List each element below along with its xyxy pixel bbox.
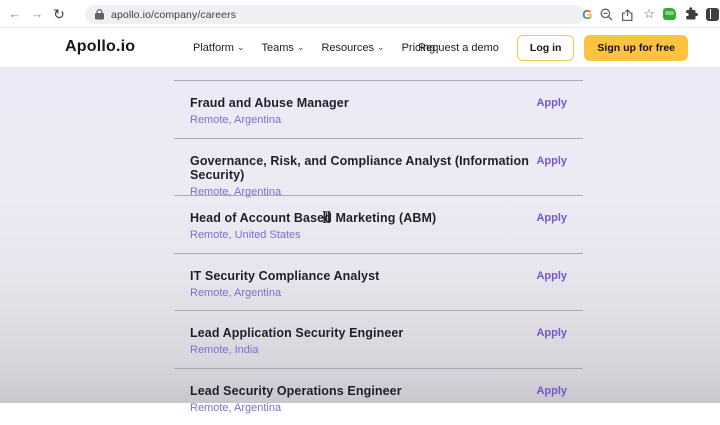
job-row: Lead Application Security Engineer Remot… (174, 310, 583, 368)
header-actions: Request a demo Log in Sign up for free (418, 28, 688, 68)
careers-page-body: Fraud and Abuse Manager Remote, Argentin… (0, 68, 720, 403)
chevron-down-icon: ⌄ (297, 43, 305, 52)
apply-link[interactable]: Apply (536, 155, 567, 167)
bookmark-star-icon[interactable]: ☆ (643, 6, 655, 22)
share-icon[interactable] (621, 8, 635, 21)
job-location: Remote, Argentina (190, 287, 567, 299)
job-row: IT Security Compliance Analyst Remote, A… (174, 253, 583, 311)
apply-link[interactable]: Apply (536, 327, 567, 339)
browser-toolbar: ← → ↻ apollo.io/company/careers G ☆ (0, 0, 720, 28)
login-button[interactable]: Log in (517, 35, 575, 61)
reload-icon[interactable]: ↻ (48, 0, 70, 28)
apply-link[interactable]: Apply (536, 385, 567, 397)
chevron-down-icon: ⌄ (237, 43, 245, 52)
apply-link[interactable]: Apply (536, 270, 567, 282)
site-header: Apollo.io Platform ⌄ Teams ⌄ Resources ⌄… (0, 28, 720, 68)
menu-item-label: Resources (321, 42, 374, 54)
chevron-down-icon: ⌄ (377, 43, 385, 52)
menu-item-resources[interactable]: Resources ⌄ (321, 42, 384, 54)
extensions-puzzle-icon[interactable] (684, 7, 698, 21)
job-location: Remote, Argentina (190, 114, 567, 126)
job-location: Remote, India (190, 344, 567, 356)
zoom-out-icon[interactable] (600, 8, 613, 21)
lock-icon (95, 9, 104, 20)
menu-item-label: Platform (193, 42, 234, 54)
apply-link[interactable]: Apply (536, 97, 567, 109)
url-text: apollo.io/company/careers (111, 9, 236, 21)
job-title: Lead Security Operations Engineer (190, 384, 567, 398)
job-title: Head of Account Based Marketing (ABM) (190, 211, 567, 225)
job-row: Fraud and Abuse Manager Remote, Argentin… (174, 80, 583, 138)
apollo-logo[interactable]: Apollo.io (65, 38, 135, 56)
job-row: Lead Security Operations Engineer Remote… (174, 368, 583, 425)
menu-item-platform[interactable]: Platform ⌄ (193, 42, 245, 54)
extension-green-icon[interactable] (663, 8, 676, 20)
signup-button[interactable]: Sign up for free (584, 35, 688, 61)
job-title: IT Security Compliance Analyst (190, 269, 567, 283)
job-row: Head of Account Based Marketing (ABM) Re… (174, 195, 583, 253)
job-title: Governance, Risk, and Compliance Analyst… (190, 154, 567, 182)
apply-link[interactable]: Apply (536, 212, 567, 224)
menu-item-label: Teams (262, 42, 294, 54)
back-icon[interactable]: ← (4, 0, 26, 28)
job-title: Lead Application Security Engineer (190, 326, 567, 340)
google-icon[interactable]: G (582, 7, 592, 22)
job-title: Fraud and Abuse Manager (190, 96, 567, 110)
request-demo-link[interactable]: Request a demo (418, 42, 499, 54)
menu-item-teams[interactable]: Teams ⌄ (262, 42, 305, 54)
job-location: Remote, Argentina (190, 402, 567, 414)
job-list: Fraud and Abuse Manager Remote, Argentin… (174, 80, 583, 425)
job-row: Governance, Risk, and Compliance Analyst… (174, 138, 583, 196)
main-menu: Platform ⌄ Teams ⌄ Resources ⌄ Pricing (193, 28, 435, 68)
side-panel-icon[interactable] (706, 8, 719, 21)
job-location: Remote, United States (190, 229, 567, 241)
forward-icon[interactable]: → (26, 0, 48, 28)
toolbar-actions: G ☆ (582, 0, 720, 28)
address-bar[interactable]: apollo.io/company/careers (85, 5, 585, 24)
